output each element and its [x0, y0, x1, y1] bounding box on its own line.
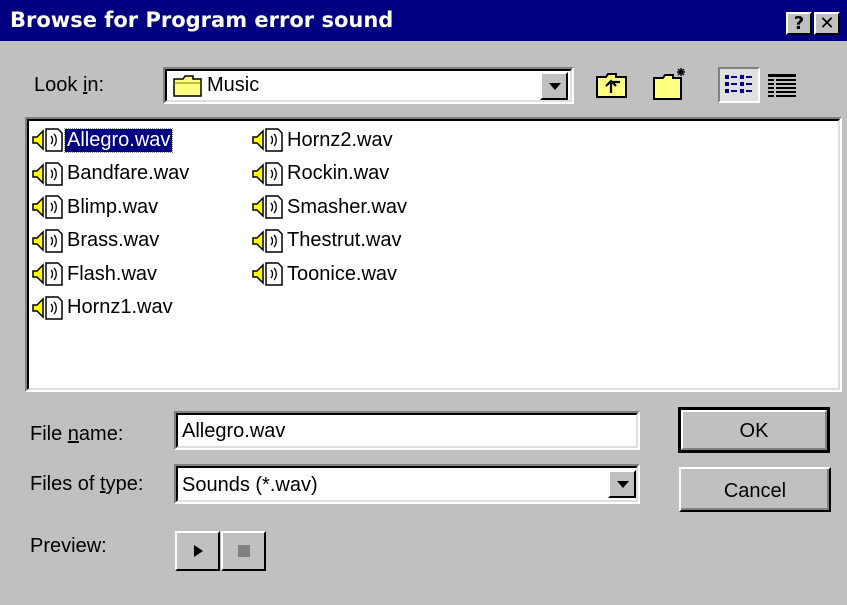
file-item-label: Thestrut.wav: [287, 229, 402, 251]
sound-file-icon: [32, 295, 63, 320]
look-in-dropdown-arrow-icon[interactable]: [540, 72, 568, 100]
file-item[interactable]: Smasher.wav: [251, 192, 409, 222]
stop-icon: [238, 545, 250, 557]
create-new-folder-button[interactable]: [651, 66, 691, 102]
file-item[interactable]: Hornz1.wav: [31, 293, 175, 323]
file-type-label: Files of type:: [30, 473, 144, 495]
file-item[interactable]: Brass.wav: [31, 226, 161, 256]
file-item-label: Allegro.wav: [63, 127, 174, 153]
up-one-level-icon: [596, 73, 627, 98]
sound-file-icon: [252, 128, 283, 152]
list-view-button[interactable]: [718, 67, 760, 103]
file-item-label: Flash.wav: [67, 262, 158, 285]
file-item-label: Rockin.wav: [287, 162, 390, 184]
file-item[interactable]: Hornz2.wav: [251, 125, 395, 155]
file-name-value: Allegro.wav: [182, 420, 286, 442]
list-view-icon: [725, 75, 752, 93]
file-item[interactable]: Bandfare.wav: [31, 159, 191, 189]
file-type-dropdown-arrow-icon[interactable]: [608, 470, 636, 498]
sound-file-icon: [32, 161, 63, 186]
ok-button-label: OK: [739, 420, 769, 442]
file-item[interactable]: Flash.wav: [31, 259, 159, 289]
title-bar: Browse for Program error sound ? ✕: [0, 0, 847, 41]
file-type-dropdown[interactable]: Sounds (*.wav): [174, 464, 640, 504]
cancel-button-label: Cancel: [723, 480, 787, 502]
ok-button[interactable]: OK: [678, 407, 830, 453]
create-new-folder-icon: [653, 68, 685, 100]
preview-label: Preview:: [30, 535, 107, 557]
details-view-button[interactable]: [763, 69, 801, 101]
file-item-label: Bandfare.wav: [67, 162, 190, 184]
sound-file-icon: [32, 228, 63, 253]
sound-file-icon: [252, 195, 283, 219]
file-item-label: Hornz2.wav: [287, 128, 393, 151]
file-item[interactable]: Blimp.wav: [31, 192, 160, 222]
up-one-level-button[interactable]: [594, 69, 630, 101]
play-button[interactable]: [175, 531, 220, 571]
file-item-label: Blimp.wav: [67, 195, 159, 218]
file-name-input[interactable]: Allegro.wav: [174, 411, 640, 450]
look-in-dropdown[interactable]: Music: [163, 67, 574, 104]
stop-button[interactable]: [221, 531, 266, 571]
file-name-label: File name:: [30, 423, 124, 445]
file-item[interactable]: Thestrut.wav: [251, 226, 403, 256]
details-view-icon: [768, 74, 796, 97]
file-item[interactable]: Rockin.wav: [251, 159, 391, 189]
sound-file-icon: [32, 128, 63, 152]
play-icon: [194, 545, 203, 557]
folder-icon: [173, 75, 202, 97]
file-item[interactable]: Allegro.wav: [31, 125, 174, 155]
sound-file-icon: [32, 195, 63, 219]
file-list[interactable]: Allegro.wav Bandfare.wav Blimp.wav Brass.wa…: [25, 117, 842, 392]
file-item-label: Toonice.wav: [287, 262, 398, 285]
help-button[interactable]: ?: [786, 12, 812, 35]
close-button[interactable]: ✕: [814, 12, 840, 35]
file-item[interactable]: Toonice.wav: [251, 259, 399, 289]
file-item-label: Smasher.wav: [287, 195, 408, 218]
sound-file-icon: [252, 161, 283, 186]
window-title: Browse for Program error sound: [10, 8, 394, 32]
sound-file-icon: [252, 262, 283, 286]
file-item-label: Brass.wav: [67, 229, 160, 251]
sound-file-icon: [252, 228, 283, 253]
look-in-value: Music: [207, 74, 260, 96]
sound-file-icon: [32, 262, 63, 286]
file-type-value: Sounds (*.wav): [182, 474, 318, 496]
file-item-label: Hornz1.wav: [67, 296, 173, 318]
look-in-label: Look in:: [34, 74, 105, 96]
cancel-button[interactable]: Cancel: [679, 467, 831, 512]
